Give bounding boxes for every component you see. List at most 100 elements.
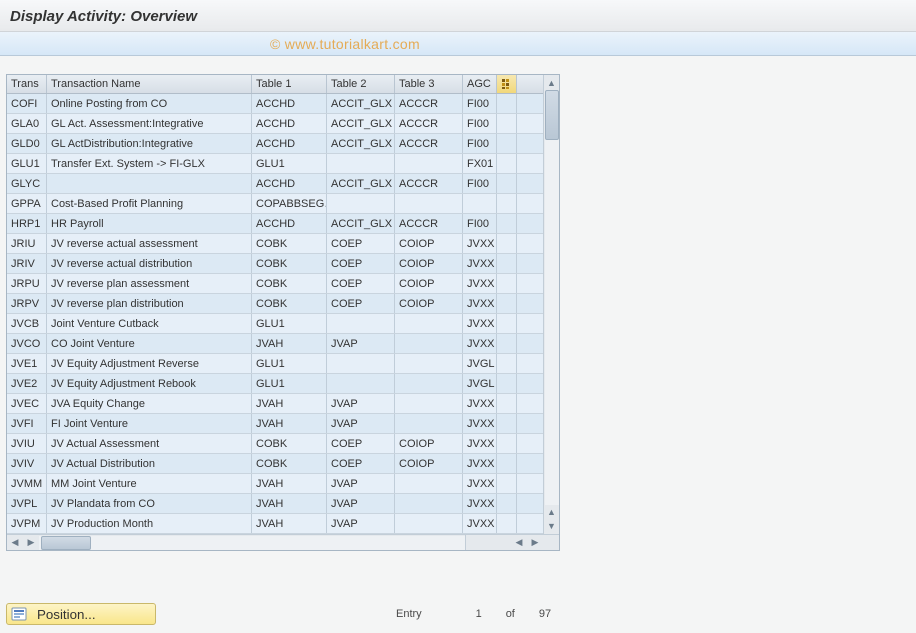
cell-table1[interactable]: JVAH [252, 494, 327, 513]
cell-name[interactable]: HR Payroll [47, 214, 252, 233]
hscroll-track[interactable] [39, 536, 465, 550]
cell-table2[interactable]: COEP [327, 234, 395, 253]
cell-table3[interactable] [395, 514, 463, 533]
col-header-trans[interactable]: Trans [7, 75, 47, 93]
cell-table1[interactable]: GLU1 [252, 314, 327, 333]
cell-table2[interactable]: JVAP [327, 474, 395, 493]
cell-table2[interactable]: ACCIT_GLX [327, 94, 395, 113]
cell-table2[interactable]: ACCIT_GLX [327, 174, 395, 193]
cell-trans[interactable]: JRIV [7, 254, 47, 273]
cell-table2[interactable]: JVAP [327, 334, 395, 353]
table-row[interactable]: JRPVJV reverse plan distributionCOBKCOEP… [7, 294, 543, 314]
cell-table1[interactable]: ACCHD [252, 134, 327, 153]
cell-name[interactable]: JV Equity Adjustment Reverse [47, 354, 252, 373]
cell-trans[interactable]: JRIU [7, 234, 47, 253]
cell-trans[interactable]: GLA0 [7, 114, 47, 133]
cell-table3[interactable]: COIOP [395, 274, 463, 293]
cell-table1[interactable]: ACCHD [252, 94, 327, 113]
cell-table3[interactable] [395, 474, 463, 493]
cell-trans[interactable]: JVFI [7, 414, 47, 433]
cell-name[interactable]: JVA Equity Change [47, 394, 252, 413]
cell-trans[interactable]: JVIV [7, 454, 47, 473]
table-row[interactable]: GLA0GL Act. Assessment:IntegrativeACCHDA… [7, 114, 543, 134]
table-row[interactable]: JVIUJV Actual AssessmentCOBKCOEPCOIOPJVX… [7, 434, 543, 454]
cell-table2[interactable]: ACCIT_GLX [327, 134, 395, 153]
cell-name[interactable] [47, 174, 252, 193]
cell-trans[interactable]: JVCB [7, 314, 47, 333]
table-row[interactable]: HRP1HR PayrollACCHDACCIT_GLXACCCRFI00 [7, 214, 543, 234]
cell-table1[interactable]: GLU1 [252, 374, 327, 393]
col-header-agc[interactable]: AGC [463, 75, 497, 93]
cell-agc[interactable]: JVXX [463, 234, 497, 253]
table-row[interactable]: JRIVJV reverse actual distributionCOBKCO… [7, 254, 543, 274]
cell-agc[interactable]: JVXX [463, 514, 497, 533]
cell-table3[interactable]: COIOP [395, 434, 463, 453]
cell-trans[interactable]: COFI [7, 94, 47, 113]
cell-agc[interactable]: JVXX [463, 294, 497, 313]
cell-table2[interactable]: COEP [327, 454, 395, 473]
vertical-scrollbar[interactable]: ▲ ▲ ▼ [543, 75, 559, 534]
cell-agc[interactable]: FI00 [463, 174, 497, 193]
cell-agc[interactable]: JVXX [463, 414, 497, 433]
cell-name[interactable]: Joint Venture Cutback [47, 314, 252, 333]
cell-table3[interactable]: COIOP [395, 294, 463, 313]
cell-name[interactable]: GL ActDistribution:Integrative [47, 134, 252, 153]
cell-name[interactable]: Transfer Ext. System -> FI-GLX [47, 154, 252, 173]
cell-trans[interactable]: JVE2 [7, 374, 47, 393]
table-row[interactable]: JVCOCO Joint VentureJVAHJVAPJVXX [7, 334, 543, 354]
cell-name[interactable]: FI Joint Venture [47, 414, 252, 433]
cell-name[interactable]: GL Act. Assessment:Integrative [47, 114, 252, 133]
cell-table1[interactable]: JVAH [252, 474, 327, 493]
cell-name[interactable]: CO Joint Venture [47, 334, 252, 353]
cell-table3[interactable] [395, 374, 463, 393]
cell-agc[interactable]: JVXX [463, 394, 497, 413]
cell-table1[interactable]: ACCHD [252, 214, 327, 233]
cell-agc[interactable]: JVXX [463, 314, 497, 333]
table-row[interactable]: JVFIFI Joint VentureJVAHJVAPJVXX [7, 414, 543, 434]
cell-trans[interactable]: JVIU [7, 434, 47, 453]
cell-name[interactable]: JV reverse plan assessment [47, 274, 252, 293]
cell-agc[interactable] [463, 194, 497, 213]
cell-table1[interactable]: COBK [252, 234, 327, 253]
table-row[interactable]: GLYCACCHDACCIT_GLXACCCRFI00 [7, 174, 543, 194]
cell-name[interactable]: JV Production Month [47, 514, 252, 533]
cell-name[interactable]: JV Equity Adjustment Rebook [47, 374, 252, 393]
cell-table3[interactable]: ACCCR [395, 174, 463, 193]
cell-table3[interactable] [395, 334, 463, 353]
cell-agc[interactable]: JVGL [463, 354, 497, 373]
cell-agc[interactable]: JVXX [463, 334, 497, 353]
cell-name[interactable]: Online Posting from CO [47, 94, 252, 113]
cell-table1[interactable]: COBK [252, 254, 327, 273]
cell-table3[interactable] [395, 194, 463, 213]
cell-table3[interactable]: ACCCR [395, 114, 463, 133]
table-row[interactable]: JVIVJV Actual DistributionCOBKCOEPCOIOPJ… [7, 454, 543, 474]
table-row[interactable]: JVCBJoint Venture CutbackGLU1 JVXX [7, 314, 543, 334]
cell-table2[interactable]: COEP [327, 434, 395, 453]
cell-table1[interactable]: COBK [252, 274, 327, 293]
cell-agc[interactable]: FI00 [463, 94, 497, 113]
cell-table3[interactable] [395, 494, 463, 513]
cell-agc[interactable]: JVXX [463, 474, 497, 493]
cell-table1[interactable]: JVAH [252, 394, 327, 413]
cell-agc[interactable]: FI00 [463, 214, 497, 233]
table-row[interactable]: JRIUJV reverse actual assessmentCOBKCOEP… [7, 234, 543, 254]
cell-table2[interactable]: ACCIT_GLX [327, 114, 395, 133]
cell-table2[interactable]: COEP [327, 274, 395, 293]
horizontal-scrollbar[interactable]: ◀ ▶ ◀ ▶ [7, 534, 559, 550]
table-row[interactable]: GLD0GL ActDistribution:IntegrativeACCHDA… [7, 134, 543, 154]
cell-agc[interactable]: JVXX [463, 454, 497, 473]
cell-table2[interactable]: JVAP [327, 514, 395, 533]
cell-trans[interactable]: JVPL [7, 494, 47, 513]
cell-table3[interactable] [395, 354, 463, 373]
cell-trans[interactable]: GLU1 [7, 154, 47, 173]
hscroll-thumb[interactable] [41, 536, 91, 550]
cell-name[interactable]: MM Joint Venture [47, 474, 252, 493]
cell-table3[interactable] [395, 394, 463, 413]
cell-table2[interactable] [327, 194, 395, 213]
cell-table2[interactable] [327, 154, 395, 173]
cell-agc[interactable]: FI00 [463, 134, 497, 153]
cell-agc[interactable]: JVXX [463, 494, 497, 513]
scroll-left-icon[interactable]: ◀ [7, 536, 23, 550]
cell-table3[interactable]: COIOP [395, 454, 463, 473]
cell-table1[interactable]: JVAH [252, 334, 327, 353]
